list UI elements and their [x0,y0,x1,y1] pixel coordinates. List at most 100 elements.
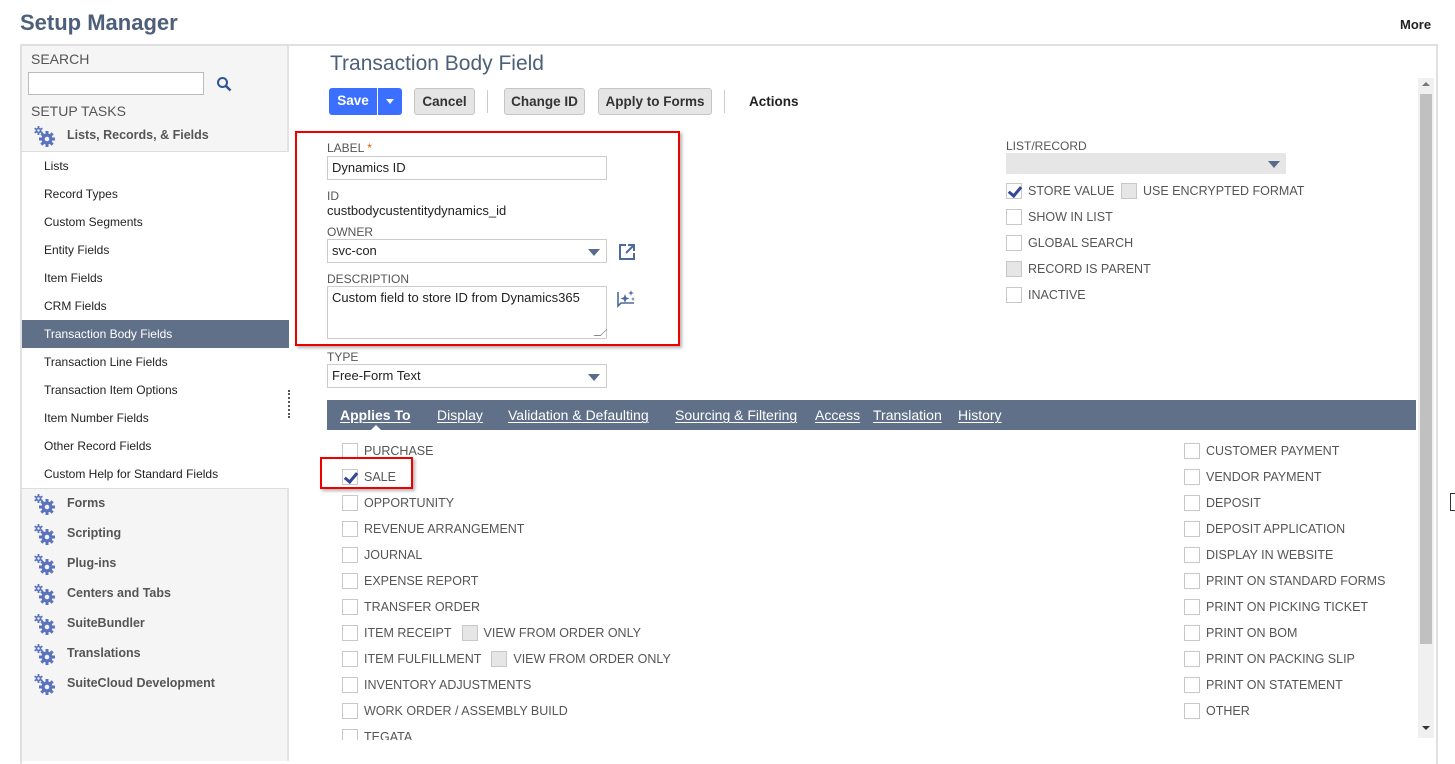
checkbox [1121,183,1137,199]
checkbox[interactable] [342,703,358,719]
checkbox[interactable] [1184,599,1200,615]
checkbox[interactable] [1006,209,1022,225]
checkbox[interactable] [342,573,358,589]
checkbox[interactable] [342,625,358,641]
checkbox-label: PRINT ON BOM [1206,626,1298,640]
checkbox[interactable] [342,521,358,537]
checkbox-row: TEGATA [342,728,422,740]
checkbox[interactable] [342,677,358,693]
checkbox-row: PRINT ON STANDARD FORMS [1184,572,1395,590]
checkbox-label: ITEM FULFILLMENT [364,652,482,666]
checkbox-row: TRANSFER ORDER [342,598,490,616]
checkbox-label: DEPOSIT APPLICATION [1206,522,1346,536]
checkbox-row: PRINT ON PACKING SLIP [1184,650,1365,668]
checkbox-label: DISPLAY IN WEBSITE [1206,548,1334,562]
checkbox[interactable] [1184,521,1200,537]
checkbox-row: PRINT ON BOM [1184,624,1307,642]
checkbox [1006,261,1022,277]
checkbox-row: EXPENSE REPORT [342,572,488,590]
checkbox-row: STORE VALUE [1006,182,1124,200]
text-cursor-icon [1450,493,1455,511]
checkbox-label: REVENUE ARRANGEMENT [364,522,525,536]
checkbox-row: GLOBAL SEARCH [1006,234,1143,252]
checkbox-row: OPPORTUNITY [342,494,464,512]
checkbox-row: ITEM FULFILLMENT VIEW FROM ORDER ONLY [342,650,681,668]
checkbox[interactable] [1006,183,1022,199]
applies-to-left-column: PURCHASE SALE OPPORTUNITY REVENUE ARRANGEME… [0,0,1000,740]
checkbox[interactable] [342,469,358,485]
checkbox-label: USE ENCRYPTED FORMAT [1143,184,1305,198]
checkbox[interactable] [1184,703,1200,719]
more-link[interactable]: More [1400,17,1431,32]
checkbox-label: STORE VALUE [1028,184,1115,198]
checkbox-label: VIEW FROM ORDER ONLY [513,652,671,666]
checkbox[interactable] [1184,651,1200,667]
checkbox[interactable] [1184,495,1200,511]
checkbox-label: PRINT ON PICKING TICKET [1206,600,1369,614]
checkbox-label: VENDOR PAYMENT [1206,470,1322,484]
checkbox[interactable] [1006,235,1022,251]
checkbox-label: PRINT ON STANDARD FORMS [1206,574,1386,588]
checkbox-label: ITEM RECEIPT [364,626,452,640]
checkbox-row: SHOW IN LIST [1006,208,1123,226]
checkbox-row: PURCHASE [342,442,443,460]
checkbox[interactable] [1006,287,1022,303]
checkbox-label: PRINT ON STATEMENT [1206,678,1343,692]
checkbox-row: INACTIVE [1006,286,1096,304]
checkbox[interactable] [1184,547,1200,563]
checkbox[interactable] [1184,469,1200,485]
checkbox-label: TRANSFER ORDER [364,600,480,614]
checkbox[interactable] [342,729,358,740]
checkbox-row: WORK ORDER / ASSEMBLY BUILD [342,702,578,720]
scroll-down-arrow[interactable] [1422,726,1430,730]
checkbox-label: GLOBAL SEARCH [1028,236,1134,250]
scroll-up-arrow[interactable] [1422,82,1430,86]
main-scrollbar[interactable] [1418,78,1434,738]
checkbox-label: RECORD IS PARENT [1028,262,1151,276]
checkbox-row: USE ENCRYPTED FORMAT [1121,182,1314,200]
checkbox[interactable] [342,547,358,563]
checkbox [491,651,508,667]
checkbox-label: VIEW FROM ORDER ONLY [483,626,641,640]
checkbox-label: INVENTORY ADJUSTMENTS [364,678,532,692]
checkbox[interactable] [1184,625,1200,641]
checkbox-row: VENDOR PAYMENT [1184,468,1332,486]
checkbox-label: TEGATA [364,730,413,740]
list-record-select [1006,153,1286,174]
checkbox-label: DEPOSIT [1206,496,1261,510]
checkbox-label: OPPORTUNITY [364,496,455,510]
checkbox-label: WORK ORDER / ASSEMBLY BUILD [364,704,568,718]
checkbox[interactable] [342,651,358,667]
checkbox-label: PRINT ON PACKING SLIP [1206,652,1355,666]
checkbox-label: SHOW IN LIST [1028,210,1113,224]
checkbox[interactable] [342,443,358,459]
checkbox-row: JOURNAL [342,546,432,564]
checkbox-row: DISPLAY IN WEBSITE [1184,546,1343,564]
checkbox [461,625,478,641]
checkbox-label: SALE [364,470,396,484]
checkbox-row: PRINT ON PICKING TICKET [1184,598,1378,616]
checkbox-row: INVENTORY ADJUSTMENTS [342,676,541,694]
checkbox[interactable] [1184,573,1200,589]
checkbox-label: INACTIVE [1028,288,1086,302]
checkbox-row: PRINT ON STATEMENT [1184,676,1353,694]
checkbox-label: CUSTOMER PAYMENT [1206,444,1340,458]
checkbox-row: CUSTOMER PAYMENT [1184,442,1349,460]
checkbox-label: EXPENSE REPORT [364,574,479,588]
checkbox[interactable] [1184,677,1200,693]
checkbox[interactable] [1184,443,1200,459]
scroll-thumb[interactable] [1420,94,1432,644]
checkbox-row: DEPOSIT [1184,494,1271,512]
checkbox-row: SALE [342,468,406,486]
checkbox-label: JOURNAL [364,548,423,562]
checkbox-row: REVENUE ARRANGEMENT [342,520,534,538]
chevron-down-icon [1268,161,1280,168]
checkbox-row: OTHER [1184,702,1260,720]
list-record-label: LIST/RECORD [1006,139,1087,153]
checkbox-row: ITEM RECEIPT VIEW FROM ORDER ONLY [342,624,651,642]
checkbox-label: OTHER [1206,704,1250,718]
checkbox-label: PURCHASE [364,444,434,458]
checkbox[interactable] [342,599,358,615]
checkbox-row: RECORD IS PARENT [1006,260,1161,278]
checkbox[interactable] [342,495,358,511]
